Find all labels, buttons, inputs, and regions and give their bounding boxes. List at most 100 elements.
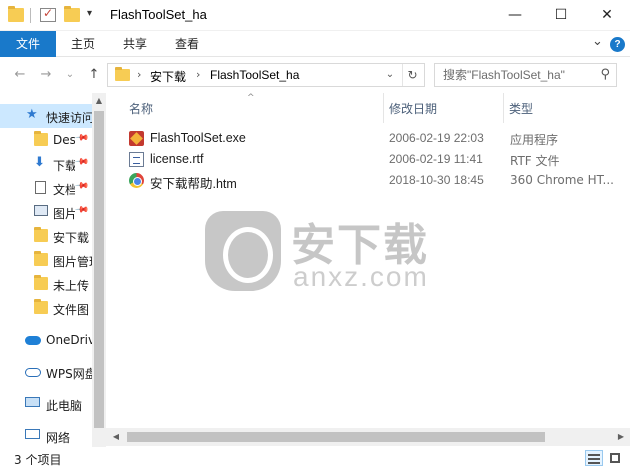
details-view-icon — [588, 454, 600, 456]
sidebar-item-desktop[interactable]: Desktop 📌 — [0, 128, 92, 152]
sidebar-item-label: 未上传 — [53, 279, 90, 293]
properties-icon[interactable] — [40, 6, 56, 22]
column-header-type[interactable]: 类型 — [509, 100, 533, 117]
expand-ribbon-chevron-icon[interactable]: ⌄ — [592, 34, 603, 49]
item-count: 3 个项目 — [14, 453, 62, 467]
file-name: FlashToolSet.exe — [150, 131, 246, 145]
folder-icon — [34, 275, 48, 290]
file-date: 2006-02-19 22:03 — [389, 131, 484, 145]
download-icon: ⬇ — [34, 155, 45, 170]
sidebar-item-file-images[interactable]: 文件图 — [0, 296, 92, 320]
exe-icon — [129, 131, 144, 146]
scrollbar-thumb[interactable] — [94, 111, 104, 429]
sidebar-item-label: 下载 — [53, 159, 75, 173]
sidebar-item-label: Desktop — [53, 133, 75, 147]
file-name: 安下载帮助.htm — [150, 177, 237, 191]
sidebar-item-onedrive[interactable]: OneDrive — [0, 328, 92, 352]
column-header-name[interactable]: 名称 — [129, 100, 153, 117]
sidebar-item-pictures[interactable]: 图片 📌 — [0, 200, 92, 224]
sidebar-item-wps-drive[interactable]: WPS网盘 — [0, 360, 92, 384]
file-list: ^ 名称 修改日期 类型 FlashToolSet.exe 2006-02-19… — [107, 93, 630, 427]
sidebar-item-label: 图片 — [53, 207, 75, 221]
chrome-icon — [129, 173, 144, 188]
sidebar-item-documents[interactable]: 文档 📌 — [0, 176, 92, 200]
sidebar-scrollbar[interactable]: ▲ ▼ — [92, 93, 106, 447]
sidebar-item-anxz[interactable]: 安下载 — [0, 224, 92, 248]
pin-icon: 📌 — [74, 202, 90, 218]
recent-locations-chevron-icon[interactable]: ⌄ — [60, 66, 80, 84]
address-bar[interactable]: › 安下载 › FlashToolSet_ha ⌄ ↻ — [107, 63, 425, 87]
tab-file[interactable]: 文件 — [0, 31, 56, 57]
cloud-icon — [25, 336, 41, 345]
breadcrumb-separator[interactable]: › — [196, 68, 200, 81]
help-icon[interactable]: ? — [610, 37, 625, 52]
maximize-button[interactable]: ☐ — [538, 0, 584, 30]
picture-icon — [34, 205, 48, 216]
scroll-left-arrow-icon[interactable]: ◀ — [107, 428, 125, 446]
new-folder-icon[interactable] — [64, 6, 80, 22]
sidebar-item-label: 网络 — [46, 431, 71, 445]
tab-share[interactable]: 共享 — [112, 31, 158, 57]
horizontal-scrollbar[interactable]: ◀ ▶ — [107, 428, 630, 446]
rtf-icon — [129, 152, 144, 167]
column-divider[interactable] — [383, 93, 384, 123]
search-box[interactable]: ⚲ — [434, 63, 617, 87]
folder-icon — [34, 131, 48, 146]
sort-indicator-icon: ^ — [247, 93, 255, 103]
breadcrumb-item-current[interactable]: FlashToolSet_ha — [210, 68, 299, 82]
search-icon[interactable]: ⚲ — [600, 67, 610, 82]
scrollbar-thumb[interactable] — [127, 432, 545, 442]
sidebar-item-picture-manager[interactable]: 图片管理 — [0, 248, 92, 272]
scrollbar-corner — [92, 428, 107, 446]
folder-icon — [34, 227, 48, 242]
forward-arrow-icon[interactable]: → — [36, 66, 56, 84]
sidebar-item-label: 图片管理 — [53, 255, 92, 269]
network-icon — [25, 429, 40, 439]
minimize-button[interactable]: — — [492, 0, 538, 30]
sidebar-item-label: 快速访问 — [46, 111, 92, 125]
file-type: 应用程序 — [510, 133, 559, 147]
file-row[interactable]: license.rtf 2006-02-19 11:41 RTF 文件 — [125, 149, 625, 170]
scroll-right-arrow-icon[interactable]: ▶ — [612, 428, 630, 446]
file-row[interactable]: FlashToolSet.exe 2006-02-19 22:03 应用程序 — [125, 128, 625, 149]
sidebar-item-downloads[interactable]: ⬇ 下载 📌 — [0, 152, 92, 176]
file-row[interactable]: 安下载帮助.htm 2018-10-30 18:45 360 Chrome HT… — [125, 170, 625, 191]
breadcrumb-item[interactable]: 安下载 — [150, 68, 186, 85]
folder-icon — [34, 299, 48, 314]
tab-view[interactable]: 查看 — [164, 31, 210, 57]
pin-icon: 📌 — [74, 130, 90, 146]
pin-icon: 📌 — [74, 154, 90, 170]
large-icons-view-icon — [610, 453, 620, 463]
scroll-up-arrow-icon[interactable]: ▲ — [92, 93, 106, 109]
search-input[interactable] — [443, 67, 593, 83]
sidebar-item-label: 文件图 — [53, 303, 90, 317]
customize-toolbar-chevron-icon[interactable]: ▾ — [87, 8, 92, 19]
file-date: 2006-02-19 11:41 — [389, 152, 483, 166]
navigation-bar: ← → ⌄ ↑ › 安下载 › FlashToolSet_ha ⌄ ↻ ⚲ — [0, 58, 630, 92]
back-arrow-icon[interactable]: ← — [10, 66, 30, 84]
watermark-shield-icon — [205, 211, 281, 291]
refresh-icon[interactable]: ↻ — [402, 64, 422, 86]
folder-icon — [34, 251, 48, 266]
breadcrumb-separator[interactable]: › — [137, 68, 141, 81]
sidebar-item-network[interactable]: 网络 — [0, 424, 92, 447]
column-header-date[interactable]: 修改日期 — [389, 100, 437, 117]
tab-home[interactable]: 主页 — [60, 31, 106, 57]
sidebar-item-not-uploaded[interactable]: 未上传 — [0, 272, 92, 296]
cloud-icon — [25, 368, 41, 377]
details-view-button[interactable] — [585, 450, 603, 466]
up-arrow-icon[interactable]: ↑ — [84, 66, 104, 84]
folder-icon — [8, 6, 24, 22]
title-bar: ▾ FlashToolSet_ha — ☐ ✕ — [0, 0, 630, 31]
sidebar-item-this-pc[interactable]: 此电脑 — [0, 392, 92, 416]
navigation-pane: ★ 快速访问 Desktop 📌 ⬇ 下载 📌 文档 📌 图片 📌 安下载 图片… — [0, 93, 106, 447]
ribbon-tabs: 文件 主页 共享 查看 ⌄ ? — [0, 31, 630, 57]
sidebar-item-label: WPS网盘 — [46, 367, 92, 381]
address-dropdown-chevron-icon[interactable]: ⌄ — [380, 64, 400, 86]
window-title: FlashToolSet_ha — [110, 7, 207, 22]
file-type: 360 Chrome HT... — [510, 173, 614, 187]
close-button[interactable]: ✕ — [584, 0, 630, 30]
column-divider[interactable] — [503, 93, 504, 123]
sidebar-item-quick-access[interactable]: ★ 快速访问 — [0, 104, 92, 128]
large-icons-view-button[interactable] — [606, 450, 624, 466]
